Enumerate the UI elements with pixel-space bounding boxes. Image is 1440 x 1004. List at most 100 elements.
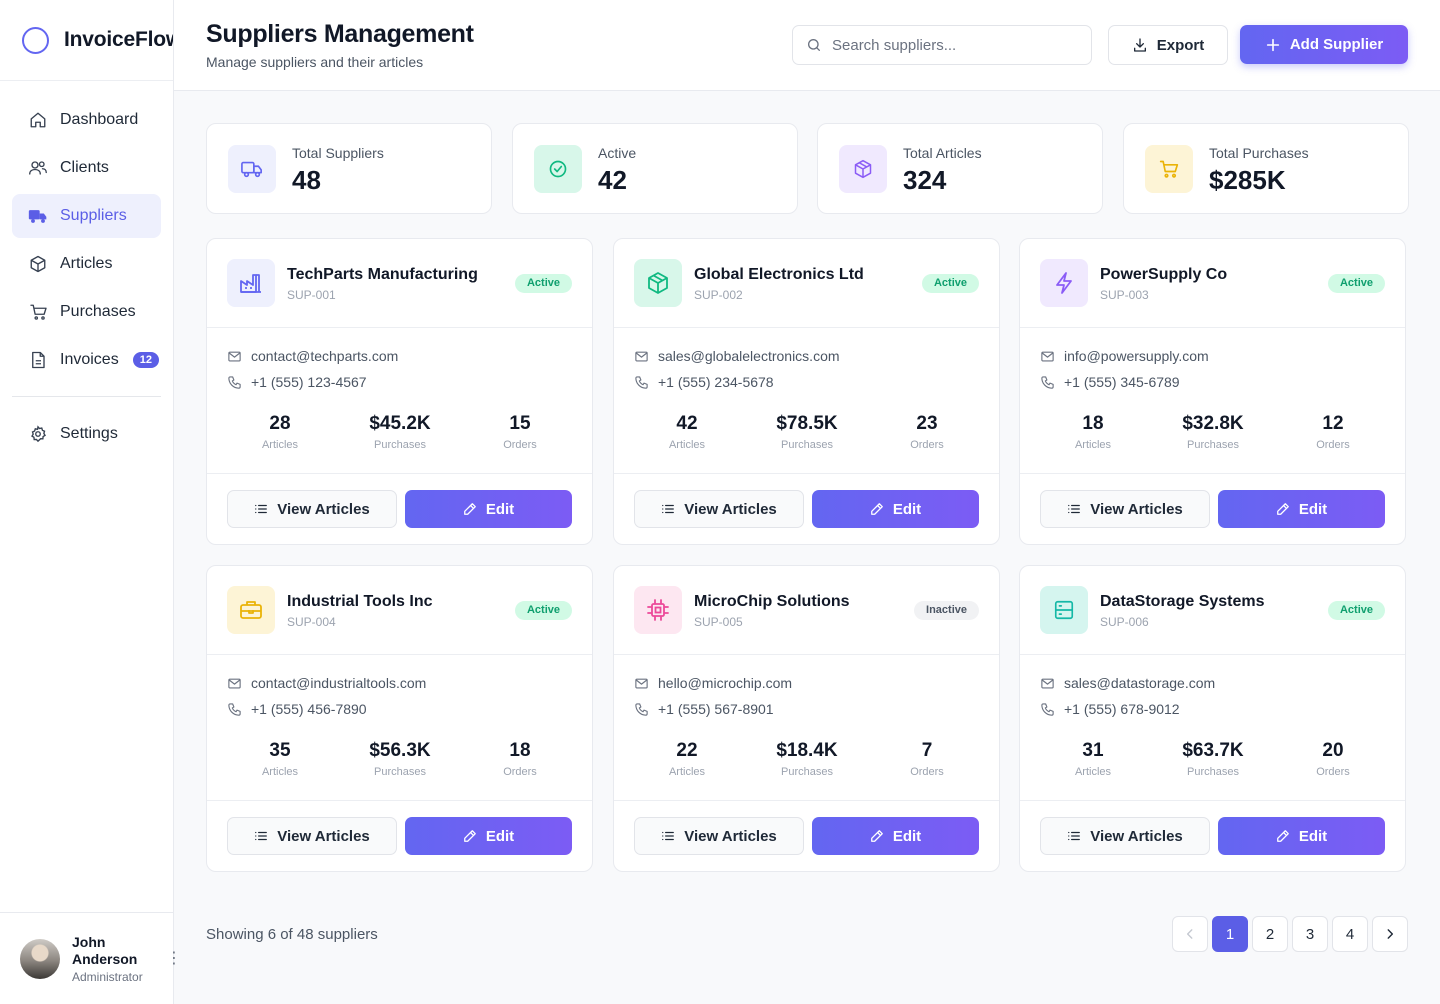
metric-orders: 20 Orders — [1273, 740, 1393, 778]
metric-label: Orders — [910, 439, 944, 451]
more-vertical-icon[interactable]: ⋮ — [166, 951, 182, 967]
metric-value: $63.7K — [1182, 740, 1244, 761]
metric-value: $45.2K — [369, 413, 431, 434]
supplier-phone[interactable]: +1 (555) 678-9012 — [1040, 701, 1180, 717]
search-input[interactable] — [832, 36, 1072, 54]
view-articles-label: View Articles — [684, 827, 777, 845]
supplier-name[interactable]: Industrial Tools Inc — [287, 593, 433, 611]
metric-value: 12 — [1322, 413, 1344, 434]
brand[interactable]: InvoiceFlow — [0, 0, 173, 81]
metric-label: Orders — [503, 439, 537, 451]
metric-value: $56.3K — [369, 740, 431, 761]
metric-articles: 35 Articles — [220, 740, 340, 778]
next-page-button[interactable] — [1372, 916, 1408, 952]
edit-button[interactable]: Edit — [1218, 817, 1385, 855]
page-button-3[interactable]: 3 — [1292, 916, 1328, 952]
status-badge: Active — [514, 601, 572, 620]
page-button-4[interactable]: 4 — [1332, 916, 1368, 952]
supplier-card-header: Industrial Tools Inc SUP-004 Active — [207, 566, 592, 655]
sidebar-item-purchases[interactable]: Purchases — [12, 290, 161, 334]
sidebar-item-dashboard[interactable]: Dashboard — [12, 98, 161, 142]
supplier-email[interactable]: hello@microchip.com — [634, 675, 792, 691]
supplier-email[interactable]: contact@techparts.com — [227, 348, 398, 364]
supplier-code: SUP-003 — [1100, 288, 1149, 302]
plus-icon — [1265, 37, 1281, 53]
stat-label: Total Purchases — [1209, 145, 1309, 161]
supplier-card-header: DataStorage Systems SUP-006 Active — [1020, 566, 1405, 655]
phone-text: +1 (555) 456-7890 — [251, 701, 367, 717]
mail-icon — [634, 676, 650, 691]
view-articles-button[interactable]: View Articles — [1040, 490, 1210, 528]
view-articles-button[interactable]: View Articles — [634, 490, 804, 528]
metric-label: Purchases — [374, 439, 426, 451]
supplier-name[interactable]: DataStorage Systems — [1100, 593, 1265, 611]
supplier-name[interactable]: MicroChip Solutions — [694, 593, 850, 611]
supplier-card-actions: View Articles Edit — [207, 473, 592, 544]
sidebar-item-suppliers[interactable]: Suppliers — [12, 194, 161, 238]
view-articles-button[interactable]: View Articles — [634, 817, 804, 855]
edit-button[interactable]: Edit — [812, 490, 979, 528]
supplier-phone[interactable]: +1 (555) 234-5678 — [634, 374, 774, 390]
supplier-card-header: PowerSupply Co SUP-003 Active — [1020, 239, 1405, 328]
sidebar-item-articles[interactable]: Articles — [12, 242, 161, 286]
app-name: InvoiceFlow — [64, 28, 173, 51]
truck-icon — [28, 206, 48, 226]
supplier-card-header: MicroChip Solutions SUP-005 Inactive — [614, 566, 999, 655]
phone-text: +1 (555) 234-5678 — [658, 374, 774, 390]
metric-value: 23 — [916, 413, 938, 434]
mail-icon — [1040, 676, 1056, 691]
supplier-code: SUP-004 — [287, 615, 336, 629]
phone-text: +1 (555) 567-8901 — [658, 701, 774, 717]
sidebar-item-invoices[interactable]: Invoices 12 — [12, 338, 161, 382]
page-button-2[interactable]: 2 — [1252, 916, 1288, 952]
add-supplier-button[interactable]: Add Supplier — [1240, 25, 1408, 64]
supplier-card-header: Global Electronics Ltd SUP-002 Active — [614, 239, 999, 328]
supplier-phone[interactable]: +1 (555) 567-8901 — [634, 701, 774, 717]
metric-label: Purchases — [1187, 766, 1239, 778]
edit-button[interactable]: Edit — [405, 817, 572, 855]
supplier-email[interactable]: info@powersupply.com — [1040, 348, 1209, 364]
supplier-phone[interactable]: +1 (555) 456-7890 — [227, 701, 367, 717]
page-subtitle: Manage suppliers and their articles — [206, 54, 424, 70]
nav-divider — [12, 396, 161, 397]
metric-value: $78.5K — [776, 413, 838, 434]
logo-circle-icon — [22, 26, 49, 54]
prev-page-button[interactable] — [1172, 916, 1208, 952]
lightning-icon — [1040, 259, 1088, 307]
supplier-email[interactable]: contact@industrialtools.com — [227, 675, 426, 691]
supplier-name[interactable]: TechParts Manufacturing — [287, 266, 478, 284]
edit-button[interactable]: Edit — [405, 490, 572, 528]
supplier-phone[interactable]: +1 (555) 123-4567 — [227, 374, 367, 390]
sidebar-item-clients[interactable]: Clients — [12, 146, 161, 190]
metric-label: Purchases — [781, 439, 833, 451]
list-icon — [1067, 502, 1081, 516]
supplier-name[interactable]: PowerSupply Co — [1100, 266, 1227, 284]
supplier-email[interactable]: sales@globalelectronics.com — [634, 348, 840, 364]
supplier-card: Industrial Tools Inc SUP-004 Active cont… — [206, 565, 593, 872]
export-label: Export — [1156, 36, 1205, 54]
supplier-phone[interactable]: +1 (555) 345-6789 — [1040, 374, 1180, 390]
supplier-name[interactable]: Global Electronics Ltd — [694, 266, 864, 284]
user-profile[interactable]: John Anderson Administrator ⋮ — [0, 912, 182, 1004]
list-icon — [254, 502, 268, 516]
page-button-1[interactable]: 1 — [1212, 916, 1248, 952]
edit-button[interactable]: Edit — [1218, 490, 1385, 528]
metric-articles: 18 Articles — [1033, 413, 1153, 451]
status-badge: Active — [1327, 601, 1385, 620]
invoices-count-badge: 12 — [132, 352, 159, 368]
export-button[interactable]: Export — [1108, 25, 1228, 65]
metric-articles: 31 Articles — [1033, 740, 1153, 778]
stat-value: 324 — [903, 165, 947, 195]
stat-value: $285K — [1209, 165, 1286, 195]
supplier-email[interactable]: sales@datastorage.com — [1040, 675, 1215, 691]
view-articles-button[interactable]: View Articles — [227, 817, 397, 855]
edit-button[interactable]: Edit — [812, 817, 979, 855]
phone-icon — [227, 375, 243, 390]
supplier-code: SUP-001 — [287, 288, 336, 302]
view-articles-button[interactable]: View Articles — [1040, 817, 1210, 855]
metric-value: 42 — [676, 413, 698, 434]
sidebar-item-settings[interactable]: Settings — [12, 412, 161, 456]
search-box[interactable] — [792, 25, 1092, 65]
view-articles-button[interactable]: View Articles — [227, 490, 397, 528]
stat-value: 48 — [292, 165, 321, 195]
